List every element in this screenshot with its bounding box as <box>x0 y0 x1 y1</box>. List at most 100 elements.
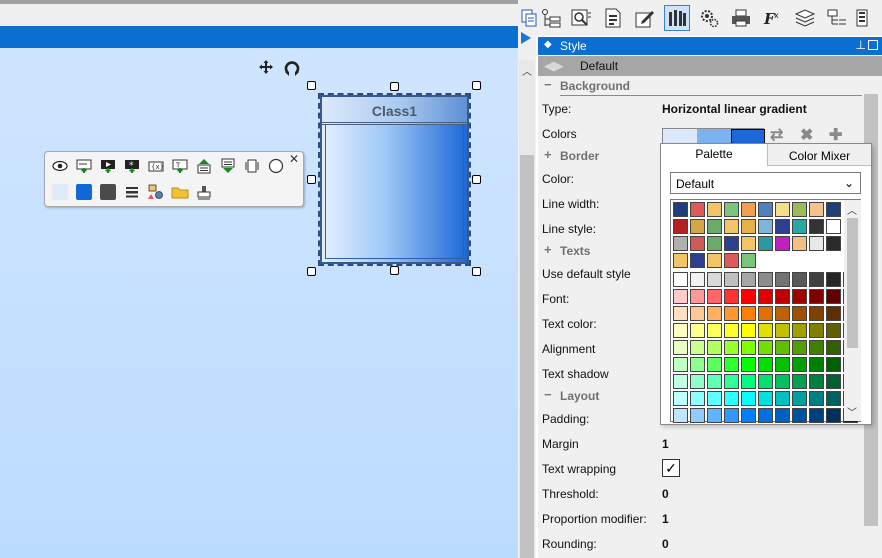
color-swatch[interactable] <box>724 202 739 217</box>
color-swatch[interactable] <box>775 357 790 372</box>
color-swatch[interactable] <box>724 272 739 287</box>
color-swatch[interactable] <box>741 323 756 338</box>
color-swatch[interactable] <box>775 236 790 251</box>
collapse-icon[interactable]: − <box>544 77 552 92</box>
scroll-up-icon[interactable]: ︿ <box>847 202 857 217</box>
color-swatch[interactable] <box>775 340 790 355</box>
color-swatch[interactable] <box>707 408 722 423</box>
class-shape[interactable]: Class1 <box>318 93 471 266</box>
color-swatch[interactable] <box>792 289 807 304</box>
scrollbar-thumb[interactable] <box>520 155 534 558</box>
color-swatch[interactable] <box>724 253 739 268</box>
color-swatch[interactable] <box>826 408 841 423</box>
color-swatch[interactable] <box>673 374 688 389</box>
color-swatch[interactable] <box>673 272 688 287</box>
color-swatch[interactable] <box>673 219 688 234</box>
resize-handle-bottom-left[interactable] <box>307 267 316 276</box>
color-swatch[interactable] <box>707 357 722 372</box>
color-swatch[interactable] <box>724 236 739 251</box>
color-swatch[interactable] <box>826 374 841 389</box>
color-swatch[interactable] <box>758 357 773 372</box>
color-swatch[interactable] <box>673 236 688 251</box>
color-swatch[interactable] <box>741 374 756 389</box>
color-swatch[interactable] <box>792 272 807 287</box>
color-swatch[interactable] <box>826 306 841 321</box>
resize-handle-top-left[interactable] <box>307 81 316 90</box>
color-swatch[interactable] <box>809 236 824 251</box>
prop-rounding[interactable]: Rounding: 0 <box>538 531 862 556</box>
color-swatch[interactable] <box>707 289 722 304</box>
prop-margin[interactable]: Margin 1 <box>538 431 862 456</box>
prop-type[interactable]: Type: Horizontal linear gradient <box>538 96 862 121</box>
search-icon[interactable] <box>568 5 594 31</box>
color-swatch[interactable] <box>758 236 773 251</box>
hierarchy-icon[interactable] <box>538 5 564 31</box>
color-swatch[interactable] <box>775 219 790 234</box>
color-swatch[interactable] <box>758 391 773 406</box>
color-swatch[interactable] <box>792 340 807 355</box>
color-swatch[interactable] <box>707 202 722 217</box>
tab-color-mixer[interactable]: Color Mixer <box>767 144 871 166</box>
margin-value[interactable]: 1 <box>662 437 669 451</box>
color-swatch[interactable] <box>690 357 705 372</box>
color-swatch[interactable] <box>775 374 790 389</box>
layers-icon[interactable] <box>792 5 818 31</box>
color-swatch[interactable] <box>673 408 688 423</box>
color-swatch[interactable] <box>707 253 722 268</box>
swap-colors-icon[interactable]: ⇄ <box>770 125 783 145</box>
prop-proportion-modifier[interactable]: Proportion modifier: 1 <box>538 506 862 531</box>
color-swatch[interactable] <box>792 408 807 423</box>
color-swatch[interactable] <box>758 306 773 321</box>
color-swatch[interactable] <box>775 202 790 217</box>
move-icon[interactable] <box>258 59 274 75</box>
color-swatch[interactable] <box>758 340 773 355</box>
color-swatch[interactable] <box>690 289 705 304</box>
color-swatch[interactable] <box>724 306 739 321</box>
color-swatch[interactable] <box>809 374 824 389</box>
dark-fill-swatch[interactable] <box>99 183 117 201</box>
color-swatch[interactable] <box>690 323 705 338</box>
color-swatch[interactable] <box>826 202 841 217</box>
add-property-icon[interactable]: * <box>123 157 141 175</box>
resize-handle-top[interactable] <box>390 82 399 91</box>
color-swatch[interactable] <box>758 272 773 287</box>
color-swatch[interactable] <box>673 289 688 304</box>
resize-handle-bottom[interactable] <box>390 266 399 275</box>
color-swatch[interactable] <box>724 357 739 372</box>
color-swatch[interactable] <box>775 408 790 423</box>
color-swatch[interactable] <box>775 289 790 304</box>
color-swatch[interactable] <box>707 340 722 355</box>
color-swatch[interactable] <box>758 219 773 234</box>
blue-fill-swatch[interactable] <box>75 183 93 201</box>
color-swatch[interactable] <box>707 391 722 406</box>
move-down-icon[interactable] <box>219 157 237 175</box>
rounding-value[interactable]: 0 <box>662 537 669 551</box>
line-style-icon[interactable] <box>123 183 141 201</box>
settings-gears-icon[interactable] <box>696 5 722 31</box>
color-swatch[interactable] <box>741 253 756 268</box>
folder-icon[interactable] <box>171 183 189 201</box>
resize-handle-right[interactable] <box>472 175 481 184</box>
color-swatch[interactable] <box>741 306 756 321</box>
move-up-icon[interactable] <box>195 157 213 175</box>
add-attribute-icon[interactable] <box>75 157 93 175</box>
color-swatch[interactable] <box>690 272 705 287</box>
color-swatch[interactable] <box>741 340 756 355</box>
color-swatch[interactable] <box>707 272 722 287</box>
color-swatch[interactable] <box>673 202 688 217</box>
scroll-up-icon[interactable]: ︿ <box>522 63 532 78</box>
color-swatch[interactable] <box>673 340 688 355</box>
color-swatch[interactable] <box>809 357 824 372</box>
color-swatch[interactable] <box>758 323 773 338</box>
color-swatch[interactable] <box>775 272 790 287</box>
prop-text-wrapping[interactable]: Text wrapping <box>538 456 862 481</box>
color-swatch[interactable] <box>690 236 705 251</box>
proportion-modifier-value[interactable]: 1 <box>662 512 669 526</box>
tab-palette[interactable]: Palette <box>661 144 767 166</box>
edit-note-icon[interactable] <box>632 5 658 31</box>
class-name[interactable]: Class1 <box>322 103 467 119</box>
document-properties-icon[interactable] <box>600 5 626 31</box>
light-fill-swatch[interactable] <box>51 183 69 201</box>
section-background[interactable]: − Background <box>538 76 862 96</box>
color-swatch[interactable] <box>809 202 824 217</box>
